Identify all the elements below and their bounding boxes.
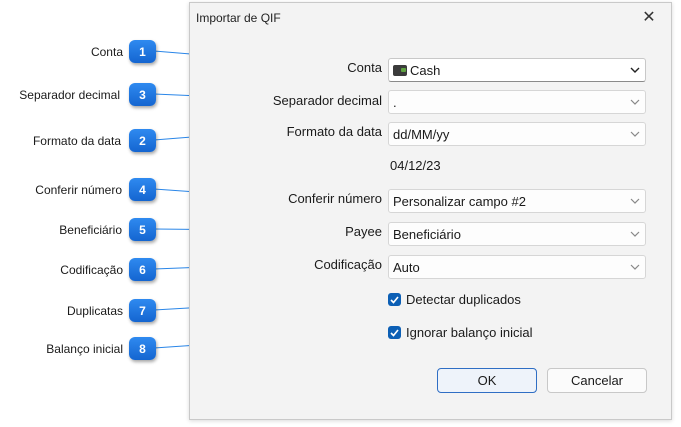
conferir-numero-label: Conferir número <box>288 191 382 206</box>
conta-label: Conta <box>347 60 382 75</box>
callout-badge: 4 <box>129 178 156 201</box>
dialog-title: Importar de QIF <box>196 11 281 25</box>
callout-label-separador: Separador decimal <box>19 88 120 102</box>
wallet-icon <box>393 64 407 76</box>
chevron-down-icon <box>625 124 645 144</box>
callout-label-duplicatas: Duplicatas <box>66 304 123 318</box>
payee-label: Payee <box>345 224 382 239</box>
conta-combobox[interactable]: Cash <box>388 58 646 82</box>
formato-data-combobox[interactable]: dd/MM/yy <box>388 122 646 146</box>
chevron-down-icon <box>625 92 645 112</box>
payee-value: Beneficiário <box>393 226 461 242</box>
detectar-duplicados-label: Detectar duplicados <box>406 292 521 307</box>
formato-data-value: dd/MM/yy <box>393 126 450 142</box>
codificacao-label: Codificação <box>314 257 382 272</box>
callout-badge: 7 <box>129 299 156 322</box>
separador-decimal-label: Separador decimal <box>272 93 382 108</box>
checkmark-icon <box>388 326 401 339</box>
chevron-down-icon <box>625 257 645 277</box>
checkmark-icon <box>388 293 401 306</box>
callout-label-formato: Formato da data <box>32 134 121 148</box>
callout-label-conta: Conta <box>90 45 123 59</box>
callout-label-codificacao: Codificação <box>60 263 123 277</box>
callout-label-balanco: Balanço inicial <box>46 342 123 356</box>
conferir-numero-value: Personalizar campo #2 <box>393 193 526 209</box>
codificacao-combobox[interactable]: Auto <box>388 255 646 279</box>
separador-decimal-value: . <box>393 94 397 110</box>
conferir-numero-combobox[interactable]: Personalizar campo #2 <box>388 189 646 213</box>
annotated-screenshot: Importar de QIF ✕ Conta Cash Separador d… <box>0 0 681 427</box>
conta-value: Cash <box>410 62 441 78</box>
callout-label-beneficiario: Beneficiário <box>59 223 122 237</box>
formato-data-label: Formato da data <box>286 124 382 139</box>
ignorar-balanco-label: Ignorar balanço inicial <box>406 325 533 340</box>
codificacao-value: Auto <box>393 259 420 275</box>
callout-badge: 6 <box>129 258 156 281</box>
callout-badge: 8 <box>129 337 156 360</box>
ok-button[interactable]: OK <box>437 368 537 393</box>
payee-combobox[interactable]: Beneficiário <box>388 222 646 246</box>
callout-badge: 1 <box>129 40 156 63</box>
callout-badge: 5 <box>129 218 156 241</box>
chevron-down-icon <box>625 60 645 80</box>
import-qif-dialog: Importar de QIF ✕ Conta Cash Separador d… <box>189 2 672 420</box>
date-preview: 04/12/23 <box>390 158 441 173</box>
separador-decimal-combobox[interactable]: . <box>388 90 646 114</box>
callout-label-conferir: Conferir número <box>35 183 122 197</box>
callout-badge: 3 <box>129 83 156 106</box>
detectar-duplicados-checkbox[interactable]: Detectar duplicados <box>388 292 521 307</box>
cancel-button[interactable]: Cancelar <box>547 368 647 393</box>
callout-badge: 2 <box>129 129 156 152</box>
chevron-down-icon <box>625 224 645 244</box>
close-icon[interactable]: ✕ <box>640 9 658 27</box>
chevron-down-icon <box>625 191 645 211</box>
ignorar-balanco-checkbox[interactable]: Ignorar balanço inicial <box>388 325 532 340</box>
